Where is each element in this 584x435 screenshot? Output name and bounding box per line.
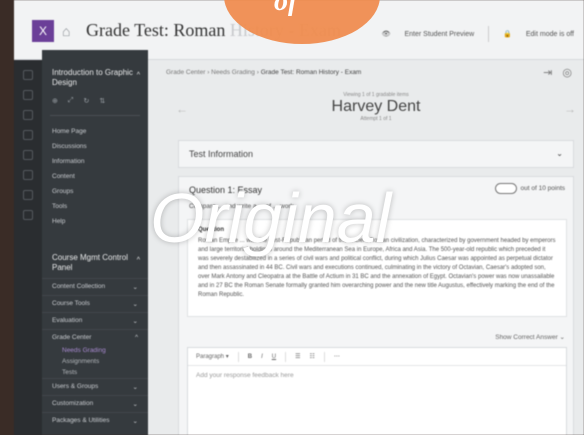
control-panel-item[interactable]: Course Tools ⌄ [42, 295, 148, 312]
attempt-count: Attempt 1 of 1 [360, 115, 392, 122]
course-title-label: Introduction to Graphic Design [52, 68, 133, 87]
divider [237, 351, 239, 362]
show-correct-answer-toggle[interactable]: Show Correct Answer ⌄ [495, 333, 565, 341]
underline-icon[interactable]: U [272, 354, 276, 360]
help-icon[interactable]: ◎ [562, 66, 572, 79]
rail-icon[interactable] [23, 90, 33, 100]
chevron-down-icon: ⌄ [132, 384, 138, 392]
points-control: out of 10 points [494, 183, 565, 194]
course-menu-item[interactable]: Content [52, 169, 138, 184]
watermark-text: Original [150, 179, 392, 257]
rail-icon[interactable] [23, 70, 33, 80]
breadcrumb-link[interactable]: Grade Center [166, 69, 205, 76]
grade-center-sub-assignments[interactable]: Assignments [42, 356, 148, 367]
next-arrow-icon[interactable]: → [564, 102, 576, 116]
left-rail [14, 60, 42, 435]
control-panel-item-label: Users & Groups [52, 383, 99, 391]
bold-icon[interactable]: B [248, 354, 252, 360]
course-menu-item[interactable]: Tools [52, 199, 138, 214]
sidebar-tools: ⊕ ⤢ ↻ ⇅ [42, 93, 148, 115]
chevron-up-icon: ^ [134, 334, 138, 342]
more-tools-icon[interactable]: ⋯ [334, 353, 340, 360]
student-name[interactable]: Harvey Dent [176, 98, 576, 116]
control-panel-item[interactable]: Content Collection ⌄ [42, 278, 148, 295]
control-panel-item[interactable]: Customization ⌄ [42, 395, 148, 412]
course-title[interactable]: Introduction to Graphic Design ^ [42, 50, 148, 93]
refresh-icon[interactable]: ↻ [83, 97, 89, 105]
italic-icon[interactable]: I [261, 354, 263, 360]
paragraph-select[interactable]: Paragraph ▾ [196, 353, 229, 360]
control-panel-item[interactable]: Evaluation ⌄ [42, 312, 148, 329]
header-icons: ⇥ ◎ [543, 66, 572, 79]
rail-icon[interactable] [23, 210, 33, 220]
breadcrumb-link[interactable]: Needs Grading [211, 69, 255, 76]
course-menu: Home Page Discussions Information Conten… [42, 116, 148, 237]
chevron-down-icon[interactable]: ⌄ [556, 149, 563, 158]
control-panel-item-label: Customization [52, 400, 94, 408]
points-suffix: out of 10 points [520, 185, 565, 192]
control-panel-item-label: Course Tools [52, 300, 90, 308]
show-correct-label: Show Correct Answer [495, 334, 558, 341]
course-menu-item[interactable]: Groups [52, 184, 138, 199]
rail-icon[interactable] [23, 110, 33, 120]
eye-icon: 👁 [381, 31, 391, 38]
control-panel-item-label: Packages & Utilities [52, 417, 110, 425]
sort-icon[interactable]: ⇅ [99, 97, 105, 105]
grade-center-sub-needs-grading[interactable]: Needs Grading [42, 345, 148, 356]
blackboard-logo[interactable]: X [32, 20, 54, 42]
add-icon[interactable]: ⊕ [52, 97, 58, 105]
previous-arrow-icon[interactable]: ← [176, 102, 188, 116]
breadcrumb-current: Grade Test: Roman History - Exam [260, 69, 362, 76]
editor-toolbar: Paragraph ▾ B I U ☰ ☷ ⋯ [188, 348, 566, 366]
course-menu-item[interactable]: Help [52, 214, 138, 229]
control-panel-title[interactable]: Course Mgmt Control Panel ^ [42, 237, 148, 278]
topbar-actions: 👁 Enter Student Preview 🔒 Edit mode is o… [382, 26, 574, 42]
divider [285, 351, 287, 362]
feedback-editor: Paragraph ▾ B I U ☰ ☷ ⋯ Add your respons… [187, 347, 567, 435]
test-information-panel[interactable]: Test Information ⌄ [178, 140, 574, 168]
course-sidebar: Introduction to Graphic Design ^ ⊕ ⤢ ↻ ⇅… [42, 50, 148, 435]
divider [323, 351, 325, 362]
page-title-main: Grade Test: Roman [86, 20, 230, 40]
expand-icon[interactable]: ⤢ [68, 97, 74, 105]
control-panel-label: Course Mgmt Control Panel [52, 253, 129, 272]
bullet-list-icon[interactable]: ☰ [295, 353, 300, 360]
student-navigator: ← Viewing 1 of 1 gradable items Harvey D… [176, 92, 576, 128]
points-input[interactable] [494, 183, 517, 194]
breadcrumb: Grade Center › Needs Grading › Grade Tes… [166, 69, 362, 76]
watermark-badge-text: of [274, 0, 298, 17]
divider [488, 26, 490, 42]
enter-student-preview-button[interactable]: Enter Student Preview [405, 31, 475, 38]
chevron-down-icon: ⌄ [132, 401, 138, 409]
course-menu-item[interactable]: Information [52, 154, 138, 169]
course-menu-item[interactable]: Discussions [52, 139, 138, 154]
rail-icon[interactable] [23, 170, 33, 180]
control-panel-item[interactable]: Users & Groups ⌄ [42, 378, 148, 395]
numbered-list-icon[interactable]: ☷ [309, 353, 314, 360]
lock-icon: 🔒 [503, 31, 512, 38]
chevron-down-icon: ⌄ [132, 318, 138, 326]
control-panel-item-label: Content Collection [52, 283, 106, 291]
rail-icon[interactable] [23, 130, 33, 140]
edit-mode-toggle[interactable]: Edit mode is off [526, 31, 574, 38]
chevron-down-icon: ⌄ [132, 418, 138, 426]
control-panel-item-label: Grade Center [52, 334, 92, 342]
rail-icon[interactable] [23, 150, 33, 160]
course-menu-item[interactable]: Home Page [52, 124, 138, 139]
control-panel-item[interactable]: Grade Center ^ [42, 329, 148, 345]
chevron-down-icon: ⌄ [132, 301, 138, 309]
collapse-icon[interactable]: ⇥ [543, 66, 552, 79]
chevron-up-icon[interactable]: ^ [137, 72, 140, 80]
test-information-label: Test Information [189, 149, 254, 159]
grade-center-sub-tests[interactable]: Tests [42, 367, 148, 378]
rail-icon[interactable] [23, 190, 33, 200]
feedback-input[interactable]: Add your response feedback here [188, 366, 566, 385]
control-panel-item[interactable]: Packages & Utilities ⌄ [42, 412, 148, 429]
chevron-up-icon[interactable]: ^ [137, 257, 140, 265]
home-icon[interactable]: ⌂ [62, 23, 78, 39]
control-panel-item-label: Evaluation [52, 317, 83, 325]
paragraph-label: Paragraph [196, 354, 225, 360]
chevron-down-icon: ⌄ [132, 284, 138, 292]
